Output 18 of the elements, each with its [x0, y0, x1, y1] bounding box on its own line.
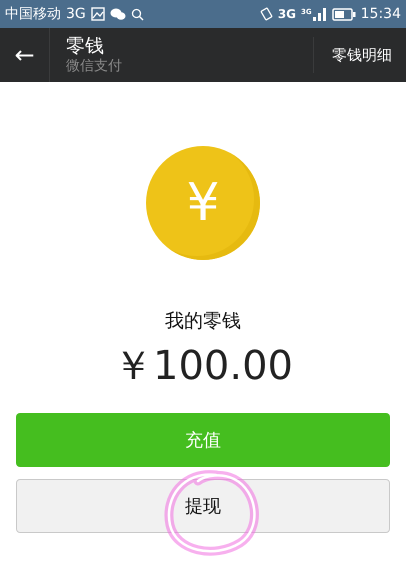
balance-label: 我的零钱 [165, 309, 241, 334]
withdraw-button[interactable]: 提现 [16, 479, 390, 533]
network-type: 3G [66, 6, 86, 22]
back-button[interactable]: ← [0, 28, 50, 82]
clock-time: 15:34 [360, 6, 401, 22]
coin-icon: ¥ [146, 146, 260, 260]
carrier-name: 中国移动 [5, 5, 61, 23]
network-type: 3G [278, 7, 296, 21]
page-subtitle: 微信支付 [66, 57, 123, 75]
signal-icon [312, 8, 327, 20]
vibrate-icon [260, 7, 273, 21]
balance-amount: ￥100.00 [113, 342, 293, 391]
page-title: 零钱 [66, 35, 105, 57]
image-icon [90, 7, 105, 21]
chat-icon [110, 7, 126, 21]
battery-icon [332, 8, 356, 20]
search-icon [130, 8, 144, 20]
details-button[interactable]: 零钱明细 [313, 37, 406, 73]
